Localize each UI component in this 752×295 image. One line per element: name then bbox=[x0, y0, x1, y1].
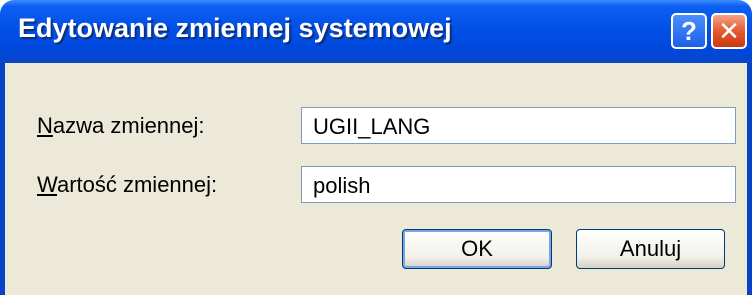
window-right-border bbox=[747, 63, 752, 295]
variable-name-label: Nazwa zmiennej: bbox=[37, 113, 205, 139]
title-bar[interactable]: Edytowanie zmiennej systemowej ? ✕ bbox=[0, 0, 752, 63]
variable-value-label: Wartość zmiennej: bbox=[37, 172, 217, 198]
dialog-title: Edytowanie zmiennej systemowej bbox=[18, 13, 452, 43]
variable-name-input[interactable]: UGII_LANG bbox=[301, 107, 736, 144]
variable-name-mnemonic: N bbox=[37, 113, 53, 138]
variable-value-label-text: artość zmiennej: bbox=[56, 172, 218, 197]
cancel-button[interactable]: Anuluj bbox=[576, 229, 725, 269]
close-button[interactable]: ✕ bbox=[711, 13, 747, 49]
variable-value-input[interactable]: polish bbox=[301, 166, 736, 203]
help-button[interactable]: ? bbox=[671, 13, 707, 49]
question-mark-icon: ? bbox=[681, 15, 697, 46]
variable-value-mnemonic: W bbox=[37, 172, 57, 197]
close-x-icon: ✕ bbox=[718, 15, 740, 46]
variable-name-label-text: azwa zmiennej: bbox=[52, 113, 205, 138]
edit-system-variable-dialog: Edytowanie zmiennej systemowej ? ✕ Nazwa… bbox=[0, 0, 752, 295]
ok-button[interactable]: OK bbox=[402, 229, 552, 269]
window-left-border bbox=[0, 63, 5, 295]
